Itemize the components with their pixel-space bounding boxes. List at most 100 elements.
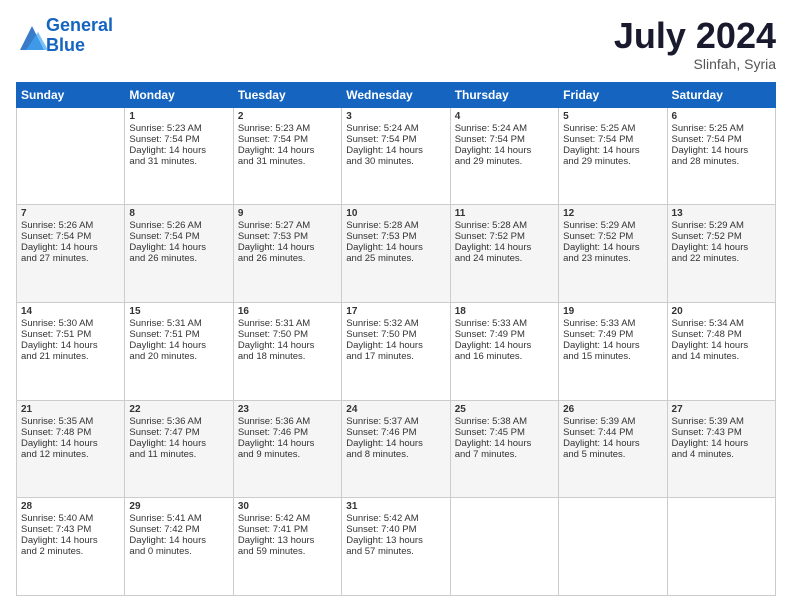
day-info-line: and 9 minutes. (238, 449, 337, 460)
location: Slinfah, Syria (614, 56, 776, 72)
day-info-line: and 26 minutes. (129, 253, 228, 264)
day-info-line: Daylight: 14 hours (346, 340, 445, 351)
calendar-cell: 31Sunrise: 5:42 AMSunset: 7:40 PMDayligh… (342, 498, 450, 596)
calendar-cell: 28Sunrise: 5:40 AMSunset: 7:43 PMDayligh… (17, 498, 125, 596)
day-info-line: Sunrise: 5:29 AM (563, 220, 662, 231)
day-info-line: Sunrise: 5:41 AM (129, 513, 228, 524)
day-number: 25 (455, 404, 554, 415)
calendar-cell: 17Sunrise: 5:32 AMSunset: 7:50 PMDayligh… (342, 302, 450, 400)
day-info-line: Daylight: 14 hours (672, 438, 771, 449)
calendar-week-row: 14Sunrise: 5:30 AM Sunset: 7:51 PM Dayligh… (17, 302, 776, 400)
calendar-cell: 13Sunrise: 5:29 AMSunset: 7:52 PMDayligh… (667, 205, 775, 303)
day-number: 13 (672, 208, 771, 219)
calendar-cell: 30Sunrise: 5:42 AMSunset: 7:41 PMDayligh… (233, 498, 341, 596)
day-info-line: and 7 minutes. (455, 449, 554, 460)
calendar-cell: 19Sunrise: 5:33 AMSunset: 7:49 PMDayligh… (559, 302, 667, 400)
day-info-line: Sunset: 7:51 PM (129, 329, 228, 340)
day-info-line: Sunset: 7:41 PM (238, 524, 337, 535)
day-info-line: Daylight: 14 hours (21, 535, 120, 546)
day-info-line: Sunset: 7:43 PM (21, 524, 120, 535)
day-number: 17 (346, 306, 445, 317)
day-info-line: Sunset: 7:54 PM (129, 134, 228, 145)
day-number: 29 (129, 501, 228, 512)
calendar-cell: 1Sunrise: 5:23 AMSunset: 7:54 PMDaylight… (125, 107, 233, 205)
day-info-line: Sunset: 7:54 PM (455, 134, 554, 145)
day-number: 5 (563, 111, 662, 122)
day-number: 18 (455, 306, 554, 317)
day-number: 28 (21, 501, 120, 512)
day-info-line: Sunset: 7:53 PM (238, 231, 337, 242)
day-info-line: Sunrise: 5:23 AM (129, 123, 228, 134)
title-block: July 2024 Slinfah, Syria (614, 16, 776, 72)
day-info-line: Daylight: 14 hours (563, 438, 662, 449)
calendar-week-row: 21Sunrise: 5:35 AMSunset: 7:48 PMDayligh… (17, 400, 776, 498)
day-info-line: Daylight: 14 hours (129, 438, 228, 449)
day-number: 15 (129, 306, 228, 317)
day-info-line: and 5 minutes. (563, 449, 662, 460)
day-info-line: and 31 minutes. (129, 156, 228, 167)
calendar-cell: 20Sunrise: 5:34 AMSunset: 7:48 PMDayligh… (667, 302, 775, 400)
day-number: 14 (21, 306, 120, 317)
day-info-line: Sunset: 7:46 PM (346, 427, 445, 438)
day-info-line: and 14 minutes. (672, 351, 771, 362)
logo-line2: Blue (46, 35, 85, 55)
calendar-cell: 14Sunrise: 5:30 AMSunset: 7:51 PMDayligh… (17, 302, 125, 400)
day-number: 2 (238, 111, 337, 122)
day-info-line: Daylight: 14 hours (563, 145, 662, 156)
day-info-line: and 12 minutes. (21, 449, 120, 460)
calendar-cell: 22Sunrise: 5:36 AMSunset: 7:47 PMDayligh… (125, 400, 233, 498)
day-number: 3 (346, 111, 445, 122)
day-info-line: Sunset: 7:43 PM (672, 427, 771, 438)
day-info-line: and 17 minutes. (346, 351, 445, 362)
day-info-line: and 23 minutes. (563, 253, 662, 264)
day-number: 7 (21, 208, 120, 219)
logo: General Blue (16, 16, 113, 56)
calendar-col-header: Tuesday (233, 82, 341, 107)
day-info-line: and 15 minutes. (563, 351, 662, 362)
day-info-line: and 0 minutes. (129, 546, 228, 557)
day-info-line: Daylight: 14 hours (238, 242, 337, 253)
calendar-col-header: Thursday (450, 82, 558, 107)
day-info-line: Sunrise: 5:30 AM (21, 318, 120, 329)
day-info-line: and 2 minutes. (21, 546, 120, 557)
calendar-cell: 6Sunrise: 5:25 AMSunset: 7:54 PMDaylight… (667, 107, 775, 205)
day-info-line: and 29 minutes. (455, 156, 554, 167)
day-info-line: Sunrise: 5:23 AM (238, 123, 337, 134)
day-info-line: Daylight: 14 hours (346, 438, 445, 449)
logo-icon (16, 22, 44, 50)
day-info-line: Sunrise: 5:27 AM (238, 220, 337, 231)
day-info-line: Sunrise: 5:42 AM (238, 513, 337, 524)
day-info-line: and 20 minutes. (129, 351, 228, 362)
day-info-line: and 11 minutes. (129, 449, 228, 460)
day-info-line: Daylight: 14 hours (238, 145, 337, 156)
calendar-cell: 7Sunrise: 5:26 AMSunset: 7:54 PMDaylight… (17, 205, 125, 303)
day-info-line: and 18 minutes. (238, 351, 337, 362)
day-info-line: Sunrise: 5:37 AM (346, 416, 445, 427)
calendar-week-row: 7Sunrise: 5:26 AMSunset: 7:54 PMDaylight… (17, 205, 776, 303)
day-info-line: Sunrise: 5:33 AM (455, 318, 554, 329)
day-info-line: Daylight: 14 hours (129, 242, 228, 253)
calendar-col-header: Saturday (667, 82, 775, 107)
day-info-line: Daylight: 13 hours (238, 535, 337, 546)
calendar-header-row: SundayMondayTuesdayWednesdayThursdayFrid… (17, 82, 776, 107)
day-info-line: Sunrise: 5:36 AM (238, 416, 337, 427)
day-info-line: Sunset: 7:54 PM (21, 231, 120, 242)
day-info-line: Sunset: 7:49 PM (563, 329, 662, 340)
day-info-line: Sunrise: 5:31 AM (129, 318, 228, 329)
day-info-line: Daylight: 14 hours (672, 340, 771, 351)
calendar-cell: 21Sunrise: 5:35 AMSunset: 7:48 PMDayligh… (17, 400, 125, 498)
day-info-line: Daylight: 14 hours (21, 242, 120, 253)
day-info-line: Sunrise: 5:33 AM (563, 318, 662, 329)
day-number: 12 (563, 208, 662, 219)
day-info-line: Sunrise: 5:28 AM (346, 220, 445, 231)
header: General Blue July 2024 Slinfah, Syria (16, 16, 776, 72)
day-info-line: Sunset: 7:52 PM (455, 231, 554, 242)
day-info-line: Sunset: 7:50 PM (238, 329, 337, 340)
day-number: 10 (346, 208, 445, 219)
calendar-cell: 15Sunrise: 5:31 AMSunset: 7:51 PMDayligh… (125, 302, 233, 400)
day-info-line: Sunrise: 5:24 AM (455, 123, 554, 134)
day-info-line: and 57 minutes. (346, 546, 445, 557)
day-number: 6 (672, 111, 771, 122)
calendar-cell (559, 498, 667, 596)
day-info-line: and 22 minutes. (672, 253, 771, 264)
